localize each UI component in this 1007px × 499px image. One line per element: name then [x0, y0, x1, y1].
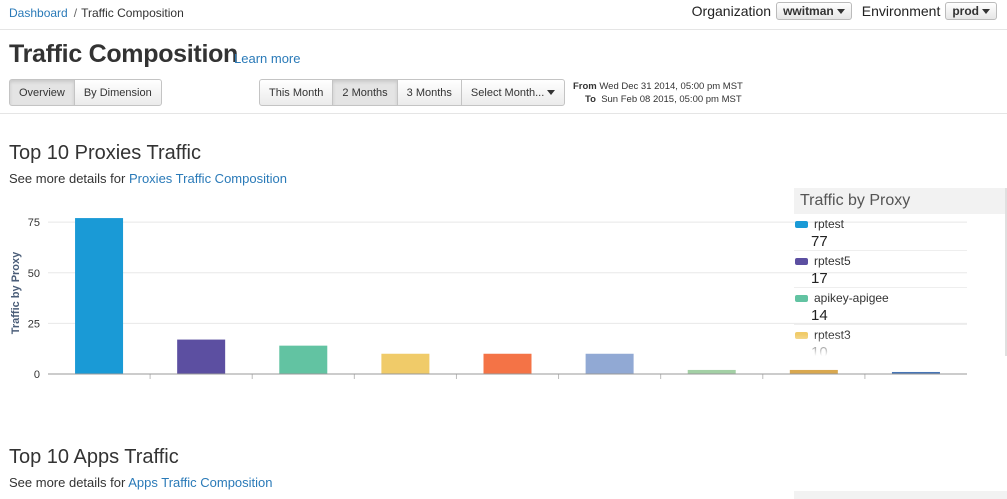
legend-item[interactable]: rptest 77: [794, 214, 967, 251]
y-tick-label: 25: [28, 318, 40, 330]
proxies-composition-link[interactable]: Proxies Traffic Composition: [129, 171, 287, 186]
legend-item[interactable]: apikey-apigee 14: [794, 288, 967, 325]
breadcrumb-current: Traffic Composition: [81, 6, 184, 20]
legend-swatch: [795, 258, 808, 265]
caret-down-icon: [836, 8, 845, 14]
breadcrumb: Dashboard / Traffic Composition: [9, 6, 184, 20]
legend-item-name: rptest: [814, 217, 845, 231]
from-value: Wed Dec 31 2014, 05:00 pm MST: [599, 81, 743, 92]
top-bar: Dashboard / Traffic Composition Organizati…: [0, 0, 1007, 30]
bar: [789, 369, 838, 374]
legend-item-value: 14: [811, 307, 828, 324]
tab-overview[interactable]: Overview: [9, 79, 75, 106]
apps-sub-prefix: See more details for: [9, 475, 129, 490]
this-month-button[interactable]: This Month: [259, 79, 334, 106]
y-tick-label: 50: [28, 268, 40, 280]
proxies-sub-prefix: See more details for: [9, 171, 129, 186]
apps-legend-header: [794, 491, 1007, 499]
two-months-button[interactable]: 2 Months: [332, 79, 398, 106]
bar: [177, 339, 226, 374]
caret-down-icon: [547, 90, 556, 95]
y-axis-label: Traffic by Proxy: [10, 251, 22, 334]
apps-composition-link[interactable]: Apps Traffic Composition: [128, 475, 272, 490]
to-value: Sun Feb 08 2015, 05:00 pm MST: [601, 94, 742, 105]
environment-label: Environment: [861, 3, 941, 19]
legend-item-value: 17: [811, 270, 828, 287]
chart-legend: Traffic by Proxy rptest 77 rptest5 17 ap…: [794, 188, 1007, 356]
apps-section-title: Top 10 Apps Traffic: [9, 446, 179, 468]
legend-fade: [794, 334, 1007, 356]
legend-swatch: [795, 221, 808, 228]
legend-item-name: rptest5: [814, 254, 851, 268]
view-tabs: Overview By Dimension: [9, 79, 162, 106]
from-label: From: [573, 81, 597, 92]
three-months-button[interactable]: 3 Months: [396, 79, 462, 106]
page-title: Traffic Composition: [9, 40, 239, 68]
legend-item-value: 77: [811, 233, 828, 250]
breadcrumb-dashboard-link[interactable]: Dashboard: [9, 6, 68, 20]
organization-label: Organization: [691, 3, 772, 19]
y-tick-label: 75: [28, 217, 40, 229]
learn-more-link[interactable]: Learn more: [234, 51, 300, 66]
proxies-section-subtitle: See more details for Proxies Traffic Com…: [9, 171, 287, 186]
legend-item-name: apikey-apigee: [814, 291, 889, 305]
tab-by-dimension[interactable]: By Dimension: [73, 79, 162, 106]
organization-dropdown[interactable]: wwitman: [776, 2, 852, 20]
bar: [483, 353, 532, 374]
breadcrumb-separator: /: [73, 6, 78, 20]
bar: [381, 353, 430, 374]
select-month-dropdown[interactable]: Select Month...: [460, 79, 566, 106]
environment-controls: Organization wwitman Environment prod: [692, 2, 997, 20]
organization-value: wwitman: [783, 4, 834, 18]
legend-title: Traffic by Proxy: [794, 188, 1007, 214]
bar: [687, 369, 736, 374]
y-tick-label: 0: [34, 369, 40, 381]
date-range: From Wed Dec 31 2014, 05:00 pm MST To Su…: [573, 80, 743, 106]
environment-value: prod: [952, 4, 979, 18]
range-buttons: This Month 2 Months 3 Months Select Mont…: [259, 79, 566, 106]
header-divider: [0, 113, 1007, 114]
bar: [279, 345, 328, 374]
bar: [585, 353, 634, 374]
to-label: To: [585, 94, 596, 105]
select-month-label: Select Month...: [470, 86, 545, 99]
legend-swatch: [795, 295, 808, 302]
proxies-section-title: Top 10 Proxies Traffic: [9, 142, 201, 164]
legend-item[interactable]: rptest5 17: [794, 251, 967, 288]
caret-down-icon: [982, 8, 990, 14]
apps-section-subtitle: See more details for Apps Traffic Compos…: [9, 475, 273, 490]
environment-dropdown[interactable]: prod: [945, 2, 997, 20]
bar: [75, 218, 124, 374]
